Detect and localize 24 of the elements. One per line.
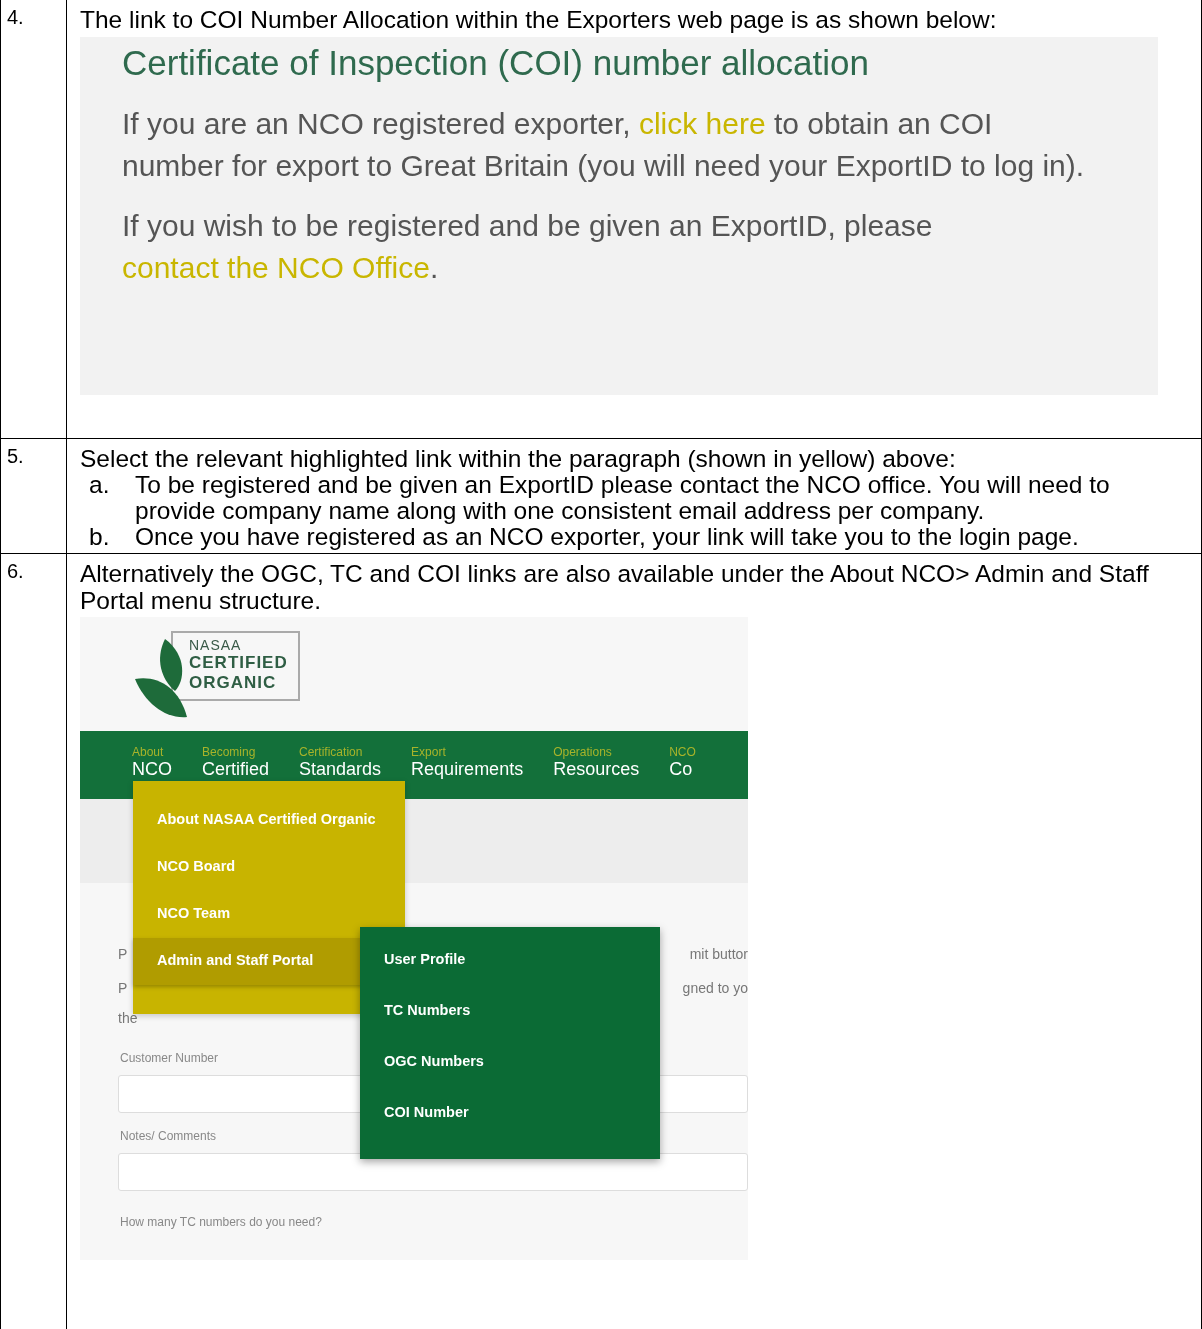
paragraph-text: If you are an NCO registered exporter, click here to obtain an COI number for export to Great Britain (you will need your ExportID to log in). (122, 106, 1086, 184)
step-number: 5. (7, 445, 24, 467)
form-text: mit buttor (689, 945, 748, 964)
logo-text: NASAA (189, 637, 243, 653)
panel-title: Certificate of Inspection (COI) number allocation (122, 42, 870, 84)
form-text: the (118, 1009, 138, 1028)
step-number: 6. (7, 560, 24, 582)
step-text: Select the relevant highlighted link within the paragraph (shown in yellow) above: (80, 445, 957, 472)
step-number: 4. (7, 6, 24, 28)
step-text: Alternatively the OGC, TC and COI links are also available under the About NCO> Admin and Staff Portal menu structure. (80, 560, 1150, 614)
field-label: Notes/ Comments (120, 1129, 217, 1143)
field-label: Customer Number (120, 1051, 219, 1065)
list-item-text: Once you have registered as an NCO exporter, your link will take you to the login page. (135, 524, 1080, 550)
list-marker: b. (88, 524, 111, 550)
logo-text: CERTIFIED (189, 653, 288, 673)
field-label: How many TC numbers do you need? (120, 1215, 322, 1229)
paragraph-text: If you wish to be registered and be given an ExportID, please contact the NCO Office. (122, 208, 934, 286)
list-item-text: To be registered and be given an ExportID please contact the NCO office. You will need to provide company name along with one consistent email address per company. (135, 472, 1111, 524)
form-text: P (118, 945, 128, 964)
logo-text: ORGANIC (189, 673, 278, 693)
form-text: gned to yo (682, 979, 748, 998)
step-text: The link to COI Number Allocation within the Exporters web page is as shown below: (80, 6, 998, 33)
form-text: P (118, 979, 128, 998)
list-marker: a. (88, 472, 111, 500)
